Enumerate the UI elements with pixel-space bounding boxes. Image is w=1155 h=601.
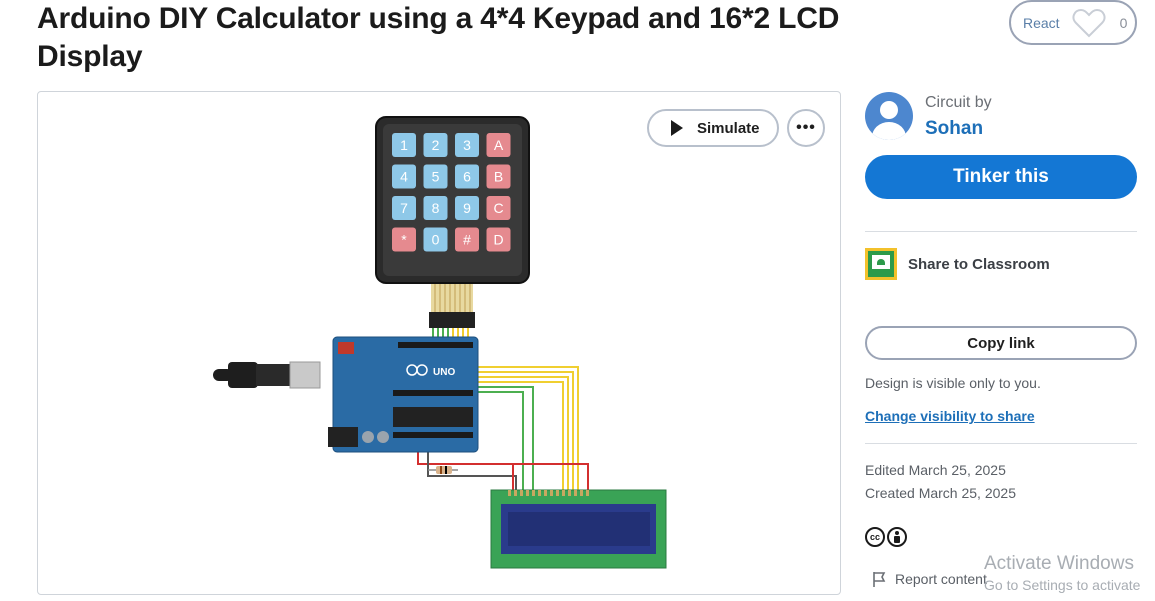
keypad-key-label: 1	[400, 137, 408, 153]
avatar[interactable]	[865, 92, 913, 140]
keypad-key-label: 7	[400, 200, 408, 216]
keypad-4x4: 1 2 3 A 4 5 6 B 7 8 9 C * 0 # D	[375, 116, 530, 284]
simulate-button[interactable]: Simulate	[647, 109, 779, 147]
divider	[865, 443, 1137, 444]
keypad-key-label: B	[494, 169, 503, 185]
keypad-key-label: A	[494, 137, 504, 153]
more-options-button[interactable]: •••	[787, 109, 825, 147]
keypad-key-label: 5	[432, 169, 440, 185]
google-classroom-icon[interactable]	[865, 248, 897, 280]
divider	[865, 231, 1137, 232]
avatar-body	[872, 122, 906, 140]
keypad-key-label: 0	[432, 232, 440, 248]
keypad-key-label: D	[493, 232, 503, 248]
more-icon: •••	[796, 119, 816, 136]
edited-date: Edited March 25, 2025	[865, 462, 1006, 478]
author-link[interactable]: Sohan	[925, 118, 983, 140]
created-date: Created March 25, 2025	[865, 485, 1016, 501]
change-visibility-link[interactable]: Change visibility to share	[865, 408, 1035, 424]
circuit-diagram: 1 2 3 A 4 5 6 B 7 8 9 C * 0 # D UNO	[213, 116, 667, 569]
flag-icon	[873, 572, 886, 587]
keypad-key-label: #	[463, 232, 471, 248]
resistor	[428, 466, 458, 474]
keypad-key-label: 9	[463, 200, 471, 216]
keypad-key-label: 6	[463, 169, 471, 185]
share-to-classroom-link[interactable]: Share to Classroom	[908, 256, 1050, 273]
lcd-16x2	[490, 489, 667, 569]
simulate-label: Simulate	[697, 119, 760, 137]
avatar-head	[880, 101, 898, 119]
copy-link-button[interactable]: Copy link	[865, 326, 1137, 360]
license-icons[interactable]: cc	[865, 527, 907, 547]
keypad-key-label: 3	[463, 137, 471, 153]
watermark-line-2: Go to Settings to activate	[984, 577, 1141, 593]
cc-icon: cc	[865, 527, 885, 547]
circuit-canvas[interactable]: 1 2 3 A 4 5 6 B 7 8 9 C * 0 # D UNO Simu…	[37, 91, 841, 595]
keypad-key-label: 8	[432, 200, 440, 216]
keypad-key-label: 4	[400, 169, 408, 185]
react-count: 0	[1119, 14, 1128, 31]
report-content-label: Report content	[895, 571, 987, 587]
visibility-note: Design is visible only to you.	[865, 375, 1041, 391]
page-title: Arduino DIY Calculator using a 4*4 Keypa…	[37, 2, 840, 73]
report-content-link[interactable]: Report content	[871, 570, 987, 588]
keypad-ribbon-cable	[429, 280, 475, 328]
keypad-key-label: 2	[432, 137, 440, 153]
keypad-key-label: C	[493, 200, 503, 216]
circuit-by-label: Circuit by	[925, 94, 992, 111]
arduino-label: UNO	[433, 367, 455, 378]
arduino-uno: UNO	[328, 336, 479, 453]
watermark-line-1: Activate Windows	[984, 553, 1134, 574]
heart-icon	[1072, 8, 1106, 37]
attribution-icon	[887, 527, 907, 547]
windows-activation-watermark: Activate Windows Go to Settings to activ…	[984, 553, 1140, 593]
react-button[interactable]: React 0	[1009, 0, 1137, 45]
tinker-this-button[interactable]: Tinker this	[865, 155, 1137, 199]
react-label: React	[1023, 14, 1060, 31]
classroom-person	[877, 259, 885, 265]
usb-cable	[213, 361, 321, 389]
keypad-key-label: *	[401, 232, 407, 248]
person-icon	[894, 531, 900, 543]
play-icon	[671, 120, 683, 136]
